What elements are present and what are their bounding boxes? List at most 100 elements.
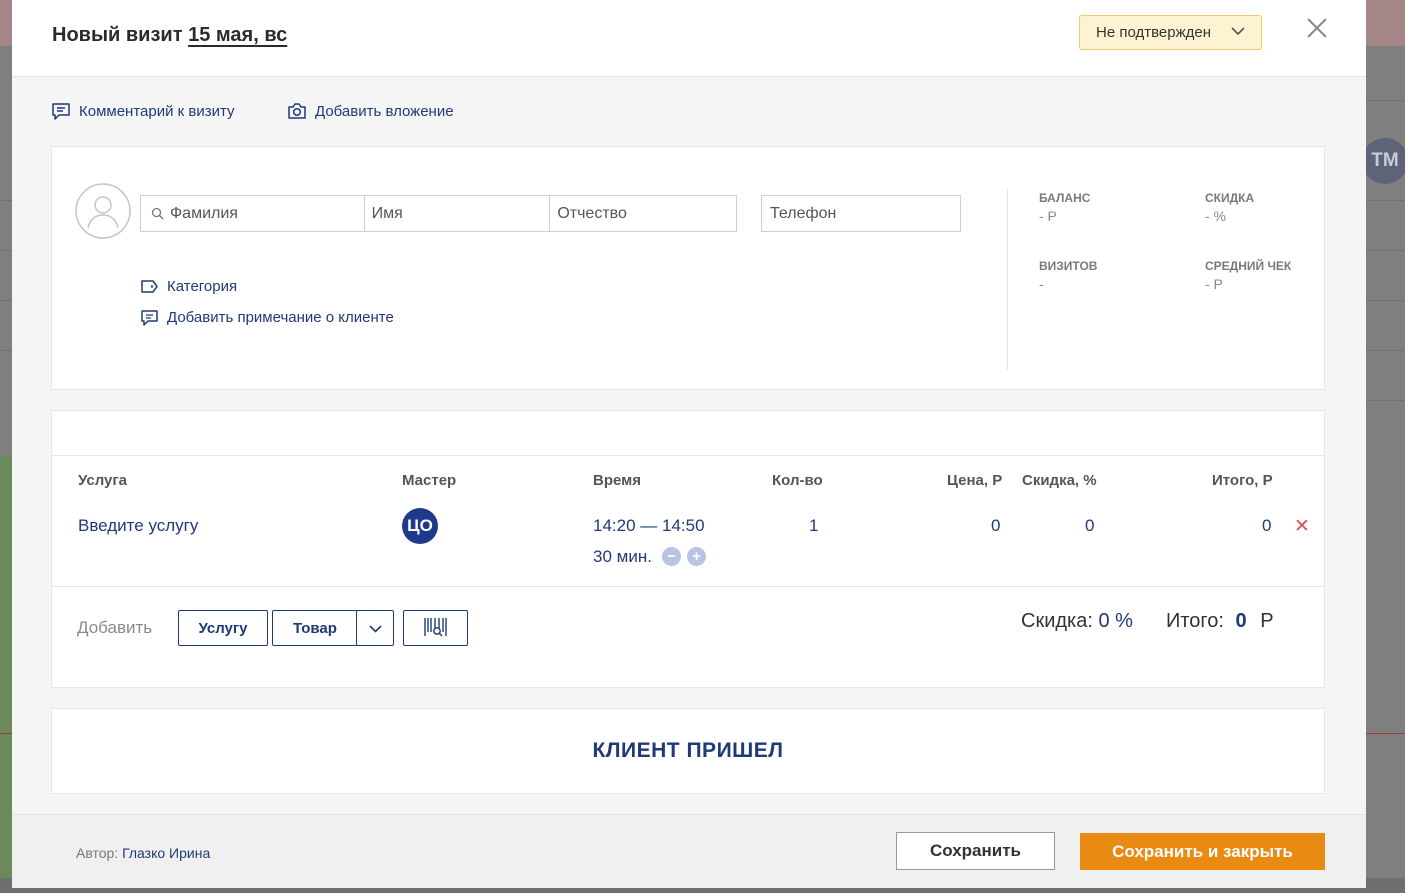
category-link[interactable]: Категория (140, 277, 237, 296)
attachment-link-label: Добавить вложение (315, 102, 454, 120)
save-and-close-button[interactable]: Сохранить и закрыть (1080, 833, 1325, 870)
add-service-label: Услугу (198, 619, 248, 637)
summary-discount-label: Скидка: (1021, 610, 1093, 632)
background-divider (0, 350, 12, 351)
camera-icon (288, 103, 306, 119)
first-name-input[interactable]: Имя (365, 196, 551, 231)
qty-value[interactable]: 1 (809, 516, 818, 536)
services-divider (52, 586, 1324, 587)
save-button[interactable]: Сохранить (896, 832, 1055, 870)
barcode-scan-button[interactable] (403, 610, 468, 646)
avg-check-value: - Р (1205, 276, 1223, 292)
add-service-button[interactable]: Услугу (178, 610, 268, 646)
visit-date-link[interactable]: 15 мая, вс (188, 24, 287, 46)
balance-value: - Р (1039, 208, 1057, 224)
modal-title: Новый визит 15 мая, вс (52, 24, 287, 47)
balance-label: БАЛАНС (1039, 191, 1091, 205)
add-product-label: Товар (293, 619, 337, 637)
background-avatar: ТМ (1362, 138, 1405, 184)
background-divider (1366, 300, 1405, 301)
summary-total: Итого: 0 Р (1166, 610, 1274, 633)
discount-value: - % (1205, 208, 1226, 224)
status-value: Не подтвержден (1096, 24, 1211, 41)
visits-value: - (1039, 276, 1044, 292)
search-icon (151, 207, 164, 220)
header-total: Итого, Р (1212, 472, 1273, 489)
client-name-fields: Фамилия Имя Отчество (140, 195, 737, 232)
comment-icon (141, 310, 158, 326)
increase-duration-button[interactable]: + (687, 547, 706, 566)
decrease-duration-button[interactable]: − (662, 547, 681, 566)
visits-label: ВИЗИТОВ (1039, 259, 1098, 273)
background-divider (1366, 200, 1405, 201)
client-note-link[interactable]: Добавить примечание о клиенте (140, 308, 394, 327)
close-icon[interactable] (1306, 17, 1328, 39)
phone-input[interactable]: Телефон (761, 195, 961, 232)
chevron-down-icon (368, 624, 382, 633)
middle-name-placeholder: Отчество (557, 204, 627, 222)
discount-stat: СКИДКА - % (1205, 191, 1254, 224)
first-name-placeholder: Имя (371, 204, 403, 222)
header-price: Цена, Р (947, 472, 1003, 489)
client-arrived-button[interactable]: КЛИЕНТ ПРИШЕЛ (51, 708, 1325, 794)
comment-link-label: Комментарий к визиту (79, 102, 235, 120)
category-link-label: Категория (167, 278, 238, 295)
comment-icon (52, 103, 70, 120)
add-product-button[interactable]: Товар (272, 610, 358, 646)
background-divider (1366, 400, 1405, 401)
phone-placeholder: Телефон (770, 204, 837, 222)
client-card-divider (1007, 189, 1008, 370)
add-label: Добавить (77, 618, 153, 637)
duration-value: 30 мин. (593, 547, 652, 566)
middle-name-input[interactable]: Отчество (550, 196, 736, 231)
service-input[interactable]: Введите услугу (78, 516, 198, 536)
client-card: Фамилия Имя Отчество Телефон Категория Д… (51, 146, 1325, 390)
visit-modal: Новый визит 15 мая, вс Не подтвержден Ко… (12, 0, 1366, 888)
summary-total-value: 0 (1235, 610, 1247, 632)
visits-stat: ВИЗИТОВ - (1039, 259, 1097, 292)
save-button-label: Сохранить (929, 841, 1022, 860)
balance-stat: БАЛАНС - Р (1039, 191, 1090, 224)
header-service: Услуга (78, 472, 127, 489)
time-range[interactable]: 14:20 — 14:50 (593, 516, 705, 536)
user-avatar-icon (75, 183, 131, 239)
header-time: Время (593, 472, 641, 489)
background-divider (1366, 100, 1405, 101)
product-dropdown-button[interactable] (356, 610, 394, 646)
master-avatar[interactable]: ЦО (402, 508, 438, 544)
services-card-top (52, 411, 1324, 456)
chevron-down-icon (1231, 27, 1245, 36)
services-card: Услуга Мастер Время Кол-во Цена, Р Скидк… (51, 410, 1325, 688)
author-info: Автор: Глазко Ирина (76, 845, 210, 861)
author-name[interactable]: Глазко Ирина (122, 845, 210, 861)
last-name-placeholder: Фамилия (170, 204, 238, 222)
header-master: Мастер (402, 472, 457, 489)
background-divider (1366, 350, 1405, 351)
save-and-close-label: Сохранить и закрыть (1112, 841, 1293, 861)
summary-discount: Скидка: 0 % (1021, 610, 1133, 633)
comment-link[interactable]: Комментарий к визиту (51, 101, 235, 121)
title-prefix: Новый визит (52, 24, 183, 46)
delete-row-icon[interactable]: ✕ (1294, 515, 1310, 538)
background-divider (0, 250, 12, 251)
summary-currency: Р (1260, 610, 1274, 632)
last-name-input[interactable]: Фамилия (141, 196, 365, 231)
background-divider (0, 300, 12, 301)
background-divider (0, 200, 12, 201)
header-discount: Скидка, % (1022, 472, 1097, 489)
discount-label: СКИДКА (1205, 191, 1255, 205)
status-dropdown[interactable]: Не подтвержден (1079, 15, 1262, 50)
total-value-cell: 0 (1262, 516, 1272, 535)
attachment-link[interactable]: Добавить вложение (287, 101, 454, 121)
author-label: Автор: (76, 845, 119, 861)
summary-total-label: Итого: (1166, 610, 1224, 632)
modal-footer: Автор: Глазко Ирина Сохранить Сохранить … (12, 814, 1366, 888)
client-arrived-label: КЛИЕНТ ПРИШЕЛ (592, 739, 784, 762)
summary-discount-value: 0 % (1098, 610, 1133, 632)
background-divider (1366, 250, 1405, 251)
background-current-time-line (1366, 733, 1405, 734)
price-value[interactable]: 0 (991, 516, 1000, 536)
discount-value-cell[interactable]: 0 (1085, 516, 1094, 536)
avg-check-stat: СРЕДНИЙ ЧЕК - Р (1205, 259, 1291, 292)
avg-check-label: СРЕДНИЙ ЧЕК (1205, 259, 1292, 273)
